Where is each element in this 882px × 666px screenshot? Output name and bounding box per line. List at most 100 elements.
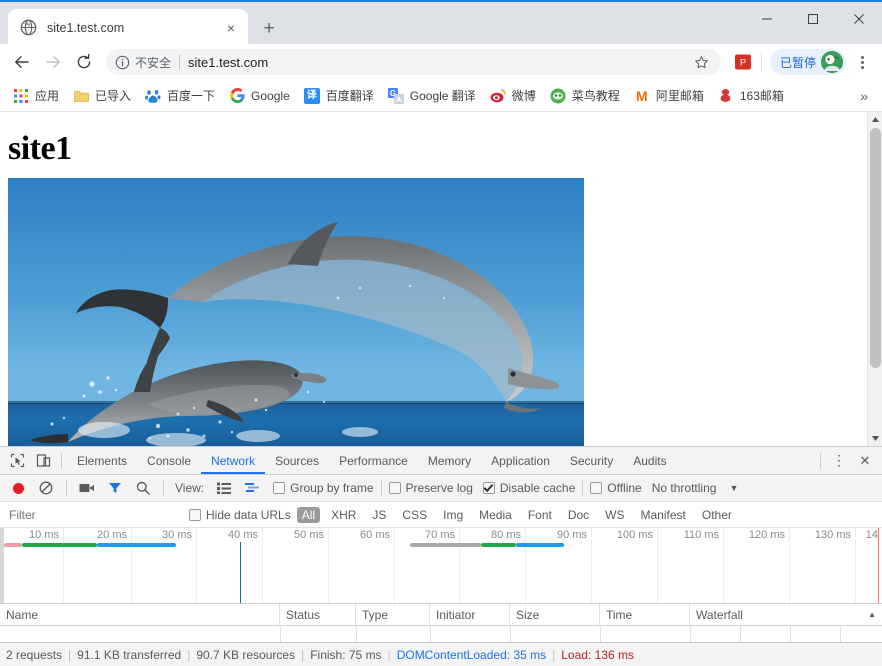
device-toolbar-icon[interactable]	[30, 449, 56, 473]
tab-elements[interactable]: Elements	[67, 447, 137, 474]
filter-type-css[interactable]: CSS	[397, 507, 432, 523]
info-circle-icon[interactable]	[115, 55, 130, 70]
column-header-initiator[interactable]: Initiator	[430, 604, 510, 625]
column-header-waterfall[interactable]: Waterfall ▲	[690, 604, 882, 625]
devtools-more-icon[interactable]: ⋮	[826, 449, 852, 473]
bookmark-item-baidu[interactable]: 百度一下	[138, 84, 222, 108]
back-icon[interactable]	[8, 48, 36, 76]
bookmarks-overflow-icon[interactable]: »	[852, 88, 876, 104]
filter-type-js[interactable]: JS	[367, 507, 391, 523]
show-overview-icon[interactable]	[239, 476, 265, 500]
network-toolbar: View: Group by frame Preserve log Disabl…	[0, 475, 882, 502]
capture-screenshots-icon[interactable]	[74, 476, 100, 500]
tab-sources[interactable]: Sources	[265, 447, 329, 474]
filter-type-all[interactable]: All	[296, 506, 321, 523]
filter-input[interactable]	[5, 506, 175, 523]
group-by-frame-checkbox[interactable]: Group by frame	[273, 481, 374, 495]
tab-security[interactable]: Security	[560, 447, 623, 474]
devtools-close-icon[interactable]: ✕	[852, 449, 878, 473]
filter-type-ws[interactable]: WS	[600, 507, 629, 523]
bookmark-star-icon[interactable]	[693, 55, 711, 70]
bookmark-item-apps[interactable]: 应用	[6, 84, 66, 108]
chevron-down-icon[interactable]: ▼	[729, 483, 738, 493]
tab-performance[interactable]: Performance	[329, 447, 418, 474]
weibo-icon	[490, 88, 506, 104]
network-overview[interactable]: 10 ms 20 ms 30 ms 40 ms 50 ms 60 ms 70 m…	[0, 528, 882, 604]
page-scrollbar[interactable]	[867, 112, 882, 446]
alimail-icon: M	[634, 88, 650, 104]
bookmark-item-alimail[interactable]: M 阿里邮箱	[627, 84, 711, 108]
filter-type-xhr[interactable]: XHR	[326, 507, 361, 523]
filter-type-other[interactable]: Other	[697, 507, 737, 523]
chrome-menu-icon[interactable]	[850, 50, 874, 74]
filter-icon[interactable]	[102, 476, 128, 500]
folder-icon	[73, 88, 89, 104]
overview-tick-label: 110 ms	[683, 529, 719, 541]
tab-audits[interactable]: Audits	[623, 447, 676, 474]
bookmark-item-weibo[interactable]: 微博	[483, 84, 543, 108]
bookmark-item-google-translate[interactable]: G Google 翻译	[381, 84, 483, 108]
navigation-toolbar: 不安全 site1.test.com P 已暂停	[0, 44, 882, 80]
view-label: View:	[175, 481, 205, 495]
tab-network[interactable]: Network	[201, 447, 265, 474]
bookmark-item-google[interactable]: Google	[222, 84, 297, 108]
checkbox-box[interactable]	[273, 482, 286, 494]
column-header-size[interactable]: Size	[510, 604, 600, 625]
scroll-down-icon[interactable]	[868, 431, 882, 446]
sync-paused-badge[interactable]: 已暂停	[769, 49, 846, 75]
overview-tick-label: 70 ms	[425, 529, 455, 541]
preserve-log-checkbox[interactable]: Preserve log	[388, 481, 473, 495]
close-icon[interactable]: ×	[222, 19, 240, 37]
status-separator: |	[187, 647, 191, 662]
hide-data-urls-checkbox[interactable]: Hide data URLs	[189, 508, 291, 522]
inspect-element-icon[interactable]	[4, 449, 30, 473]
maximize-icon[interactable]	[790, 4, 836, 34]
disable-cache-checkbox[interactable]: Disable cache	[482, 481, 575, 495]
checkbox-box[interactable]	[388, 482, 401, 494]
address-bar[interactable]: 不安全 site1.test.com	[106, 49, 721, 75]
filter-type-manifest[interactable]: Manifest	[636, 507, 691, 523]
checkbox-box[interactable]	[482, 482, 495, 494]
status-dom-content-loaded: DOMContentLoaded: 35 ms	[396, 647, 547, 662]
throttling-value[interactable]: No throttling	[652, 481, 717, 495]
record-icon[interactable]	[5, 476, 31, 500]
dolphin-photo	[8, 178, 584, 446]
scroll-up-icon[interactable]	[868, 112, 882, 127]
bookmark-item-163mail[interactable]: 163邮箱	[711, 84, 791, 108]
devtools-tabbar: Elements Console Network Sources Perform…	[0, 447, 882, 475]
column-header-type[interactable]: Type	[356, 604, 430, 625]
tab-application[interactable]: Application	[481, 447, 560, 474]
browser-tab[interactable]: site1.test.com ×	[8, 9, 248, 46]
large-rows-icon[interactable]	[211, 476, 237, 500]
scrollbar-thumb[interactable]	[870, 128, 881, 368]
new-tab-button[interactable]: +	[256, 15, 282, 41]
filter-type-img[interactable]: Img	[438, 507, 468, 523]
bookmark-item-imported[interactable]: 已导入	[66, 84, 138, 108]
minimize-icon[interactable]	[744, 4, 790, 34]
tab-console[interactable]: Console	[137, 447, 201, 474]
sort-ascending-icon[interactable]: ▲	[868, 610, 876, 619]
column-header-name[interactable]: Name	[0, 604, 280, 625]
bookmark-label: 百度一下	[167, 89, 216, 103]
forward-icon[interactable]	[39, 48, 67, 76]
clear-icon[interactable]	[33, 476, 59, 500]
dom-content-loaded-marker	[239, 542, 241, 603]
filter-type-doc[interactable]: Doc	[563, 507, 594, 523]
offline-checkbox[interactable]: Offline	[590, 481, 642, 495]
column-header-status[interactable]: Status	[280, 604, 356, 625]
column-header-time[interactable]: Time	[600, 604, 690, 625]
bookmark-item-runoob[interactable]: 菜鸟教程	[543, 84, 627, 108]
extension-icon[interactable]: P	[731, 50, 755, 74]
filter-type-font[interactable]: Font	[523, 507, 557, 523]
checkbox-box[interactable]	[590, 482, 603, 494]
reload-icon[interactable]	[70, 48, 98, 76]
filter-type-media[interactable]: Media	[474, 507, 517, 523]
search-icon[interactable]	[130, 476, 156, 500]
bookmark-label: 应用	[35, 89, 60, 103]
bookmark-label: 163邮箱	[739, 89, 784, 103]
close-window-icon[interactable]	[836, 4, 882, 34]
avatar[interactable]	[821, 51, 843, 73]
bookmark-item-baidu-translate[interactable]: 译 百度翻译	[297, 84, 381, 108]
checkbox-box[interactable]	[189, 508, 201, 521]
tab-memory[interactable]: Memory	[418, 447, 481, 474]
